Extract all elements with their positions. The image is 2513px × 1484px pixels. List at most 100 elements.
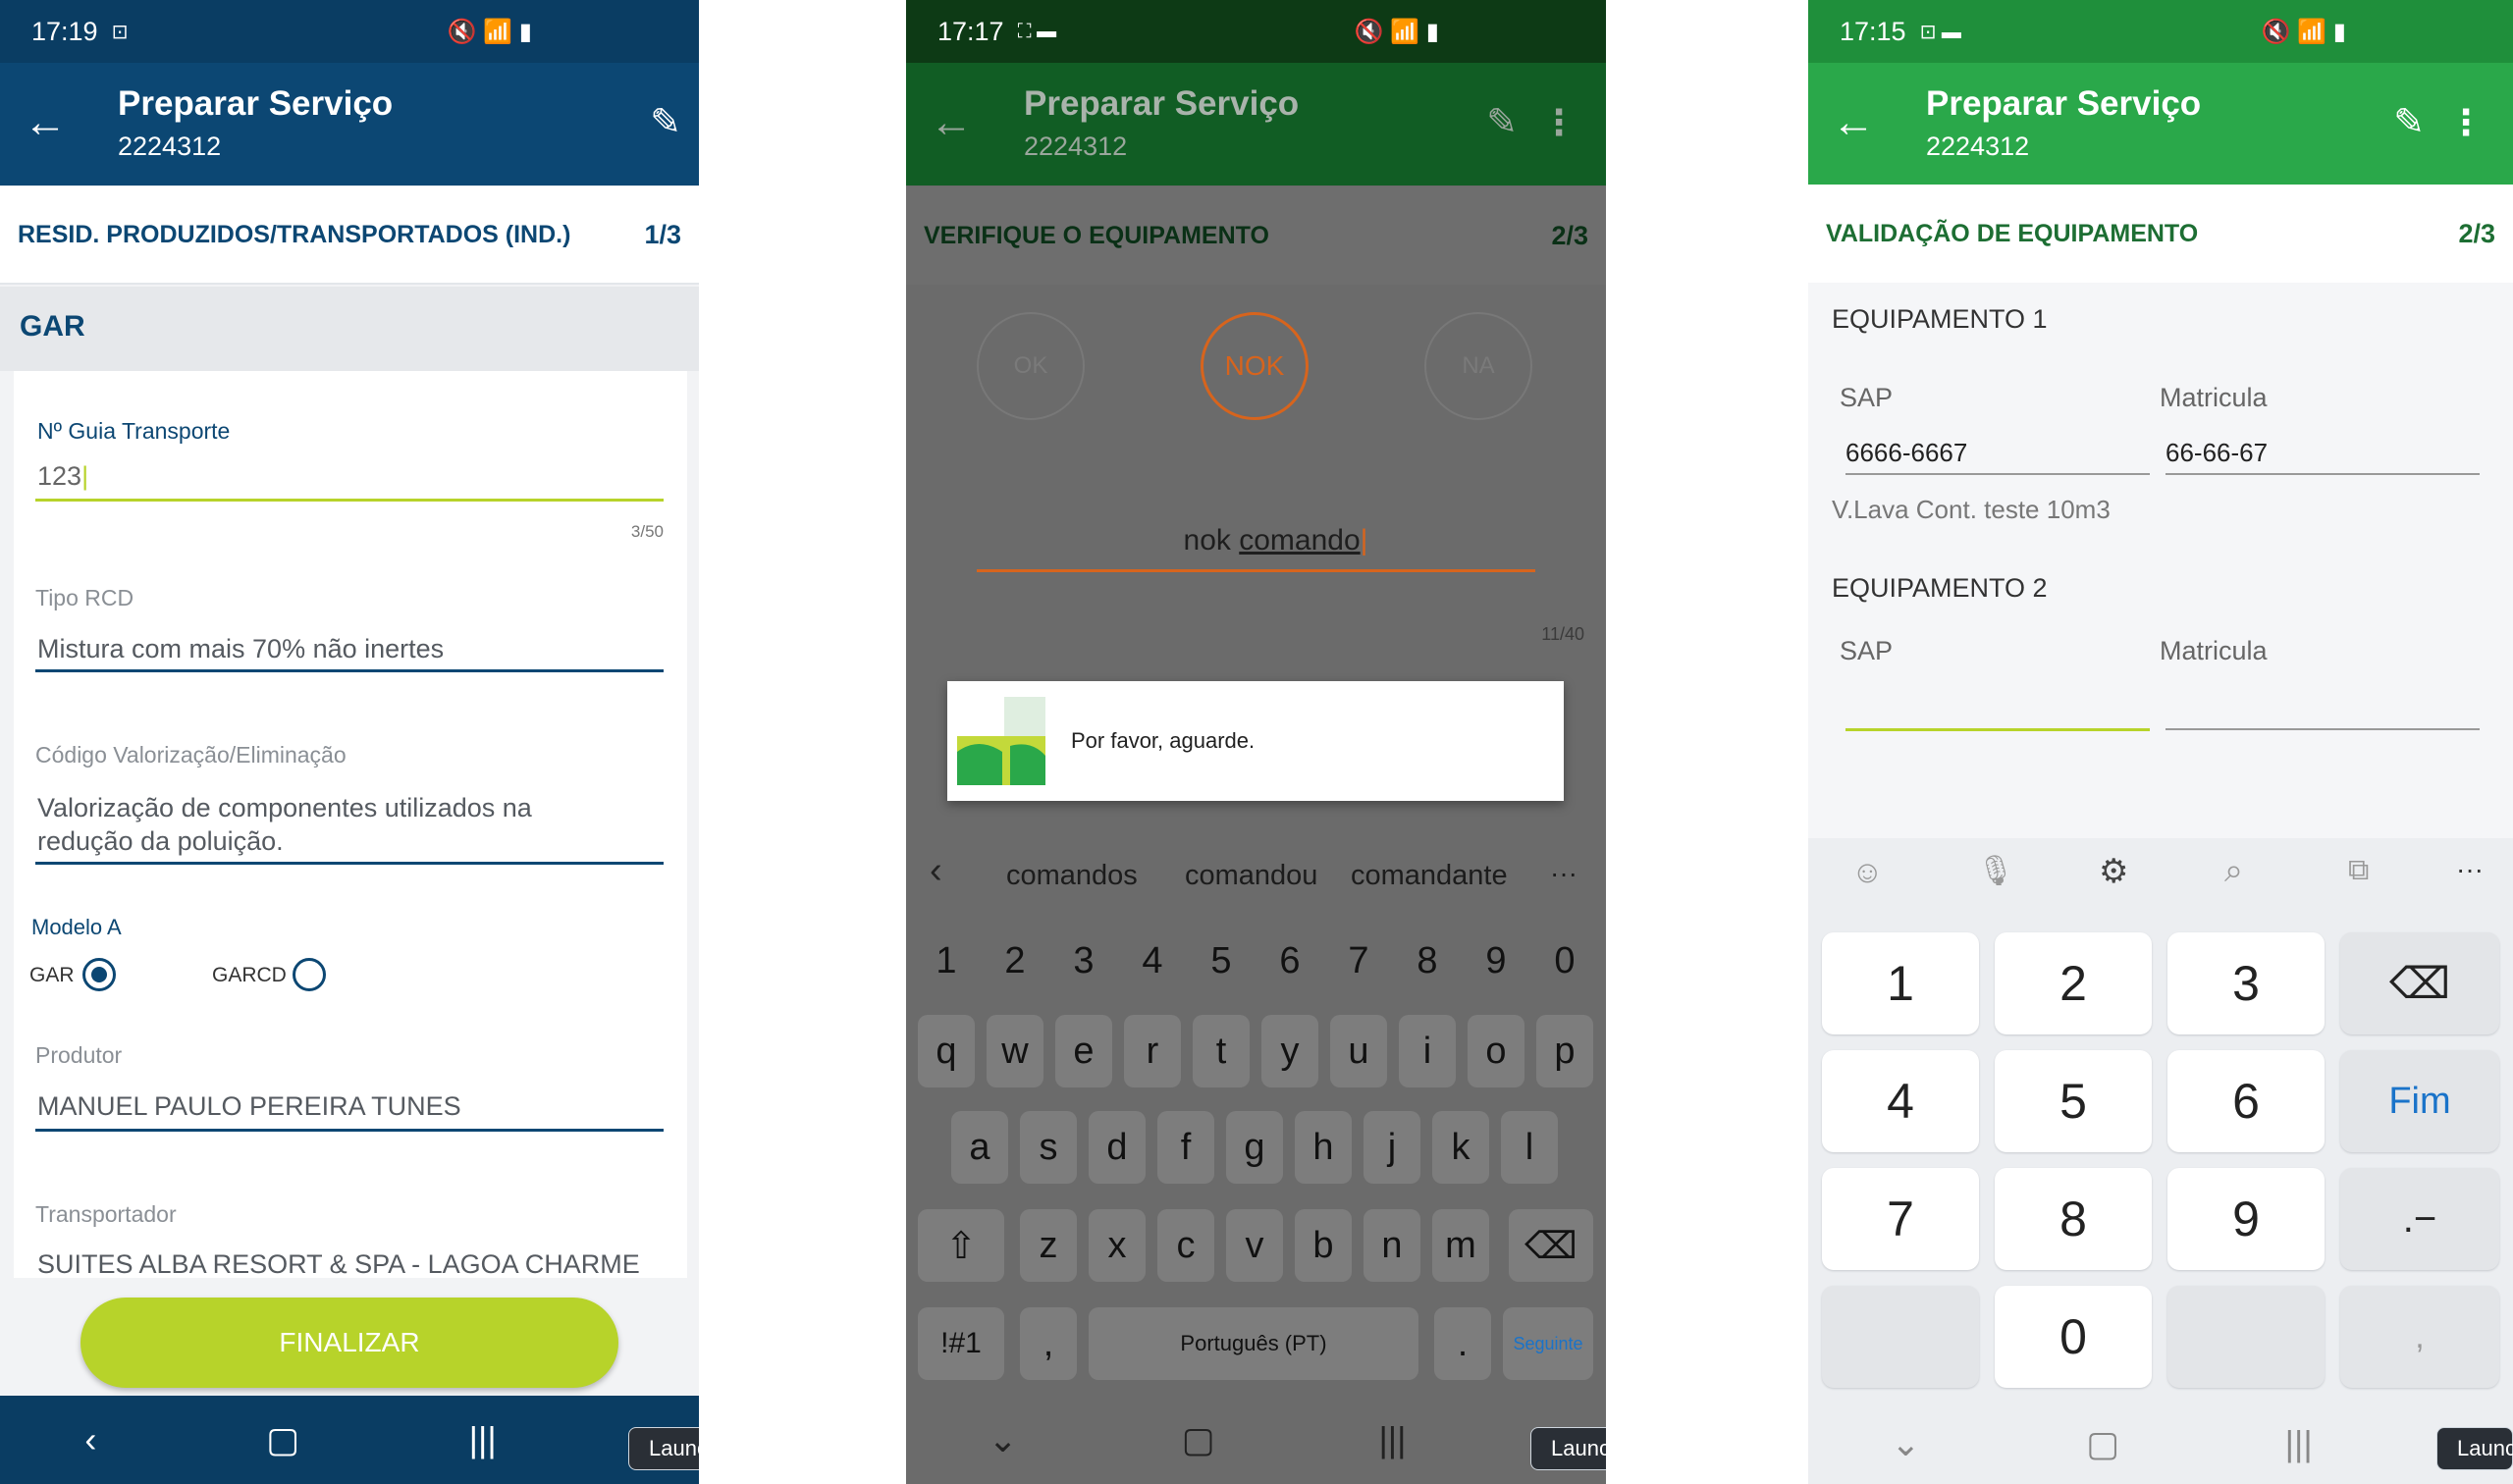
next-key[interactable]: Seguinte (1503, 1307, 1593, 1380)
nav-home-icon[interactable]: ▢ (1182, 1419, 1215, 1460)
edit-icon[interactable]: ✎ (650, 100, 681, 144)
num-key-4[interactable]: 4 (1822, 1050, 1979, 1152)
more-icon[interactable]: ⋮ (2448, 102, 2484, 143)
nav-home-icon[interactable]: ▢ (266, 1419, 299, 1460)
num-key-1[interactable]: 1 (1822, 932, 1979, 1034)
suggestion-1[interactable]: comandos (1006, 860, 1138, 892)
key-g[interactable]: g (1226, 1111, 1283, 1184)
nav-recent-icon[interactable]: ||| (469, 1419, 497, 1460)
num-key-9[interactable]: 9 (2167, 1168, 2325, 1270)
suggestion-more-icon[interactable]: ··· (1550, 858, 1577, 889)
option-nok-button[interactable]: NOK (1201, 312, 1309, 420)
clipboard-icon[interactable]: ⧉ (2348, 854, 2369, 887)
edit-icon[interactable]: ✎ (2393, 100, 2425, 144)
key-0[interactable]: 0 (1536, 925, 1593, 997)
num-key-8[interactable]: 8 (1995, 1168, 2152, 1270)
tipo-input[interactable]: Mistura com mais 70% não inertes (37, 634, 444, 664)
key-2[interactable]: 2 (987, 925, 1043, 997)
num-key-6[interactable]: 6 (2167, 1050, 2325, 1152)
key-l[interactable]: l (1501, 1111, 1558, 1184)
key-w[interactable]: w (987, 1015, 1043, 1087)
launcher-button[interactable]: Launc (628, 1427, 699, 1470)
key-d[interactable]: d (1089, 1111, 1146, 1184)
key-a[interactable]: a (951, 1111, 1008, 1184)
key-e[interactable]: e (1055, 1015, 1112, 1087)
key-8[interactable]: 8 (1399, 925, 1456, 997)
radio-garcd[interactable] (293, 958, 326, 991)
key-i[interactable]: i (1399, 1015, 1456, 1087)
num-key-7[interactable]: 7 (1822, 1168, 1979, 1270)
key-7[interactable]: 7 (1330, 925, 1387, 997)
nav-home-icon[interactable]: ▢ (2086, 1423, 2119, 1464)
key-h[interactable]: h (1295, 1111, 1352, 1184)
key-4[interactable]: 4 (1124, 925, 1181, 997)
key-3[interactable]: 3 (1055, 925, 1112, 997)
num-key-5[interactable]: 5 (1995, 1050, 2152, 1152)
nok-comment-input[interactable]: nok comando| (906, 524, 1606, 557)
edit-icon[interactable]: ✎ (1486, 100, 1518, 144)
search-icon[interactable]: ⌕ (2224, 852, 2243, 890)
nav-hide-keyboard-icon[interactable]: ⌄ (988, 1419, 1017, 1460)
option-na-button[interactable]: NA (1424, 312, 1532, 420)
key-1[interactable]: 1 (918, 925, 975, 997)
fim-key[interactable]: Fim (2340, 1050, 2499, 1152)
nav-recent-icon[interactable]: ||| (1378, 1419, 1406, 1460)
num-key-0[interactable]: 0 (1995, 1286, 2152, 1388)
symbols-key[interactable]: !#1 (918, 1307, 1004, 1380)
key-q[interactable]: q (918, 1015, 975, 1087)
nav-recent-icon[interactable]: ||| (2285, 1423, 2313, 1464)
key-n[interactable]: n (1363, 1209, 1420, 1282)
produtor-input[interactable]: MANUEL PAULO PEREIRA TUNES (37, 1091, 461, 1122)
back-arrow-icon[interactable]: ← (24, 98, 67, 147)
key-t[interactable]: t (1193, 1015, 1250, 1087)
key-p[interactable]: p (1536, 1015, 1593, 1087)
key-x[interactable]: x (1089, 1209, 1146, 1282)
space-key[interactable]: Português (PT) (1089, 1307, 1418, 1380)
nav-back-icon[interactable]: ‹ (84, 1419, 96, 1460)
key-f[interactable]: f (1157, 1111, 1214, 1184)
launcher-button[interactable]: Launc (1530, 1427, 1606, 1470)
key-b[interactable]: b (1295, 1209, 1352, 1282)
option-ok-button[interactable]: OK (977, 312, 1085, 420)
num-key-3[interactable]: 3 (2167, 932, 2325, 1034)
key-5[interactable]: 5 (1193, 925, 1250, 997)
dot-minus-key[interactable]: .− (2340, 1168, 2499, 1270)
comma-key[interactable]: , (1020, 1307, 1077, 1380)
key-y[interactable]: y (1261, 1015, 1318, 1087)
key-r[interactable]: r (1124, 1015, 1181, 1087)
equip1-mat-input[interactable]: 66-66-67 (2165, 438, 2268, 468)
equip1-sap-input[interactable]: 6666-6667 (1845, 438, 1967, 468)
key-o[interactable]: o (1468, 1015, 1524, 1087)
key-z[interactable]: z (1020, 1209, 1077, 1282)
guia-input[interactable]: 123| (37, 461, 88, 492)
key-s[interactable]: s (1020, 1111, 1077, 1184)
radio-gar[interactable] (82, 958, 116, 991)
codigo-line-2[interactable]: redução da poluição. (37, 826, 284, 857)
more-icon[interactable]: ··· (2456, 854, 2484, 885)
key-k[interactable]: k (1432, 1111, 1489, 1184)
finalizar-button[interactable]: FINALIZAR (80, 1298, 618, 1388)
backspace-key[interactable]: ⌫ (1509, 1209, 1593, 1282)
mic-icon[interactable]: 🎙 (1977, 854, 2014, 888)
back-arrow-icon[interactable]: ← (930, 98, 973, 147)
transportador-input[interactable]: SUITES ALBA RESORT & SPA - LAGOA CHARME (37, 1249, 640, 1280)
key-v[interactable]: v (1226, 1209, 1283, 1282)
key-j[interactable]: j (1363, 1111, 1420, 1184)
smiley-icon[interactable]: ☺ (1851, 854, 1884, 890)
key-m[interactable]: m (1432, 1209, 1489, 1282)
codigo-line-1[interactable]: Valorização de componentes utilizados na (37, 793, 532, 823)
suggestion-back-icon[interactable]: ‹ (930, 850, 942, 892)
nav-hide-keyboard-icon[interactable]: ⌄ (1891, 1423, 1920, 1464)
period-key[interactable]: . (1434, 1307, 1491, 1380)
shift-key[interactable]: ⇧ (918, 1209, 1004, 1282)
suggestion-2[interactable]: comandou (1185, 860, 1317, 892)
suggestion-3[interactable]: comandante (1351, 860, 1508, 892)
launcher-button[interactable]: Launc (2436, 1427, 2513, 1470)
comma-key[interactable]: , (2340, 1286, 2499, 1388)
key-u[interactable]: u (1330, 1015, 1387, 1087)
key-6[interactable]: 6 (1261, 925, 1318, 997)
key-9[interactable]: 9 (1468, 925, 1524, 997)
num-backspace-key[interactable]: ⌫ (2340, 932, 2499, 1034)
key-c[interactable]: c (1157, 1209, 1214, 1282)
more-icon[interactable]: ⋮ (1541, 102, 1577, 143)
